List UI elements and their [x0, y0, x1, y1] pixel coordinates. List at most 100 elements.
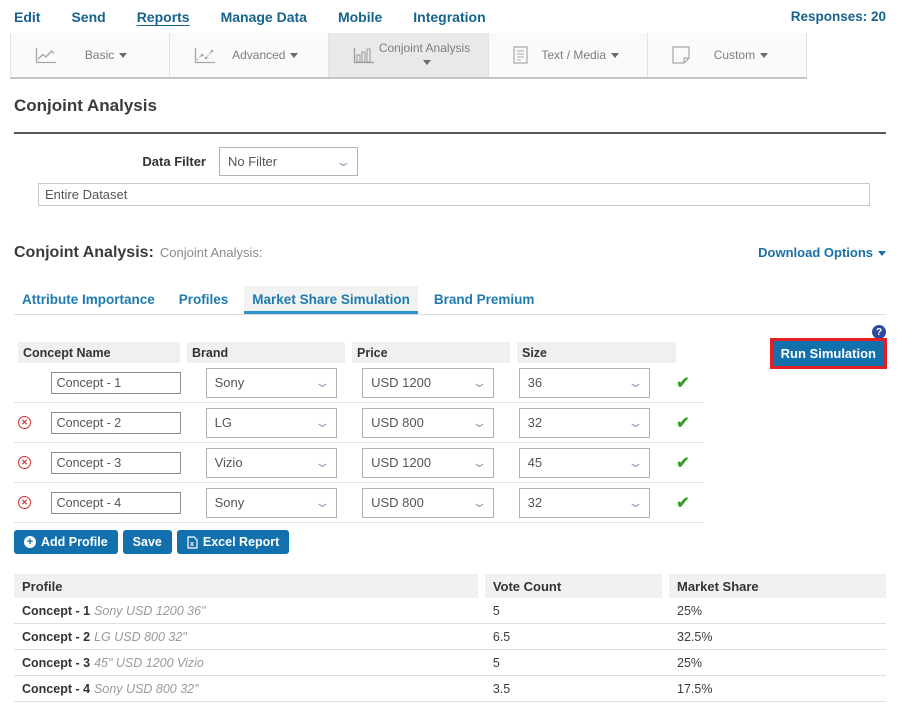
chevron-down-icon: ⌄ — [471, 455, 487, 471]
section-subtitle: Conjoint Analysis: — [160, 245, 263, 260]
tab-market-share-simulation[interactable]: Market Share Simulation — [244, 286, 418, 314]
report-tabs: Attribute Importance Profiles Market Sha… — [14, 286, 886, 315]
valid-check-icon: ✔ — [676, 493, 704, 513]
nav-item-mobile[interactable]: Mobile — [338, 9, 382, 25]
column-header-vote-count: Vote Count — [485, 574, 662, 598]
concept-name-input[interactable] — [51, 412, 181, 434]
chevron-down-icon: ⌄ — [314, 495, 330, 511]
nav-item-edit[interactable]: Edit — [14, 9, 40, 25]
nav-item-reports[interactable]: Reports — [137, 9, 190, 25]
size-select[interactable]: 32⌄ — [519, 488, 651, 518]
delete-row-icon[interactable]: ✕ — [18, 496, 31, 509]
svg-text:x: x — [190, 541, 194, 548]
delete-row-icon[interactable]: ✕ — [18, 456, 31, 469]
scatter-chart-icon — [194, 47, 216, 64]
price-select[interactable]: USD 1200⌄ — [362, 368, 494, 398]
data-filter-value: No Filter — [228, 154, 277, 169]
run-simulation-button[interactable]: Run Simulation — [773, 341, 884, 366]
price-select[interactable]: USD 800⌄ — [362, 408, 494, 438]
toolbar-tab-custom[interactable]: Custom — [648, 33, 807, 77]
simulation-row: ✕ LG⌄ USD 800⌄ 32⌄ ✔ — [14, 403, 704, 443]
page-title: Conjoint Analysis — [14, 96, 886, 116]
chevron-down-icon: ⌄ — [471, 415, 487, 431]
table-row: Concept - 2LG USD 800 32" 6.5 32.5% — [14, 624, 886, 650]
market-share-cell: 17.5% — [669, 682, 886, 696]
chevron-down-icon — [290, 53, 298, 58]
price-select[interactable]: USD 1200⌄ — [362, 448, 494, 478]
delete-cell: ✕ — [18, 416, 37, 429]
excel-file-icon: x — [187, 536, 198, 549]
profile-cell: Concept - 1Sony USD 1200 36" — [14, 604, 478, 618]
delete-row-icon[interactable]: ✕ — [18, 416, 31, 429]
chevron-down-icon: ⌄ — [471, 375, 487, 391]
concept-name-input[interactable] — [51, 372, 181, 394]
save-button[interactable]: Save — [123, 530, 172, 554]
tab-profiles[interactable]: Profiles — [171, 286, 237, 314]
simulation-row: ✕ Sony⌄ USD 800⌄ 32⌄ ✔ — [14, 483, 704, 523]
toolbar-tab-text-media[interactable]: Text / Media — [489, 33, 648, 77]
download-options-button[interactable]: Download Options — [758, 245, 886, 260]
toolbar-tab-advanced[interactable]: Advanced — [170, 33, 329, 77]
excel-report-button[interactable]: x Excel Report — [177, 530, 289, 554]
line-chart-icon — [35, 47, 57, 64]
tab-brand-premium[interactable]: Brand Premium — [426, 286, 543, 314]
chevron-down-icon — [119, 53, 127, 58]
chevron-down-icon: ⌄ — [627, 415, 643, 431]
add-profile-button[interactable]: + Add Profile — [14, 530, 118, 554]
vote-count-cell: 5 — [485, 604, 662, 618]
vote-count-cell: 6.5 — [485, 630, 662, 644]
valid-check-icon: ✔ — [676, 413, 704, 433]
toolbar-tab-conjoint-analysis[interactable]: Conjoint Analysis — [329, 33, 488, 77]
simulation-table: Run Simulation Concept Name Brand Price … — [14, 342, 886, 523]
column-header-market-share: Market Share — [669, 574, 886, 598]
size-select[interactable]: 45⌄ — [519, 448, 651, 478]
chevron-down-icon — [423, 60, 431, 65]
action-buttons-row: + Add Profile Save x Excel Report — [14, 530, 886, 554]
delete-cell: ✕ — [18, 456, 37, 469]
toolbar-tab-label: Text / Media — [528, 48, 647, 62]
help-row: ? — [14, 325, 886, 339]
concept-name-input[interactable] — [51, 452, 181, 474]
brand-select[interactable]: Sony⌄ — [206, 368, 338, 398]
table-row: Concept - 345" USD 1200 Vizio 5 25% — [14, 650, 886, 676]
title-divider — [14, 132, 886, 134]
nav-item-send[interactable]: Send — [71, 9, 105, 25]
chevron-down-icon — [878, 251, 886, 256]
size-select[interactable]: 32⌄ — [519, 408, 651, 438]
vote-count-cell: 5 — [485, 656, 662, 670]
brand-select[interactable]: LG⌄ — [206, 408, 338, 438]
chevron-down-icon — [760, 53, 768, 58]
tab-attribute-importance[interactable]: Attribute Importance — [14, 286, 163, 314]
size-select[interactable]: 36⌄ — [519, 368, 651, 398]
top-nav: Edit Send Reports Manage Data Mobile Int… — [0, 0, 900, 33]
toolbar-tab-label: Basic — [57, 48, 169, 62]
simulation-row: ✕ Vizio⌄ USD 1200⌄ 45⌄ ✔ — [14, 443, 704, 483]
results-table: Profile Vote Count Market Share Concept … — [14, 574, 886, 702]
valid-check-icon: ✔ — [676, 453, 704, 473]
brand-select[interactable]: Vizio⌄ — [206, 448, 338, 478]
nav-item-manage-data[interactable]: Manage Data — [221, 9, 307, 25]
market-share-cell: 32.5% — [669, 630, 886, 644]
concept-name-input[interactable] — [51, 492, 181, 514]
help-icon[interactable]: ? — [872, 325, 886, 339]
nav-item-integration[interactable]: Integration — [413, 9, 485, 25]
chevron-down-icon: ⌄ — [471, 495, 487, 511]
chevron-down-icon: ⌄ — [314, 415, 330, 431]
brand-select[interactable]: Sony⌄ — [206, 488, 338, 518]
toolbar-tab-label: Advanced — [216, 48, 328, 62]
column-header-size: Size — [517, 342, 676, 363]
chevron-down-icon: ⌄ — [627, 455, 643, 471]
dataset-input[interactable] — [38, 183, 870, 206]
price-select[interactable]: USD 800⌄ — [362, 488, 494, 518]
profile-cell: Concept - 2LG USD 800 32" — [14, 630, 478, 644]
table-row: Concept - 1Sony USD 1200 36" 5 25% — [14, 598, 886, 624]
valid-check-icon: ✔ — [676, 373, 704, 393]
chevron-down-icon: ⌄ — [627, 495, 643, 511]
toolbar-tab-basic[interactable]: Basic — [11, 33, 170, 77]
data-filter-select[interactable]: No Filter ⌄ — [219, 147, 358, 176]
bar-chart-icon — [353, 47, 375, 64]
chevron-down-icon: ⌄ — [314, 375, 330, 391]
results-header: Profile Vote Count Market Share — [14, 574, 886, 598]
column-header-price: Price — [352, 342, 510, 363]
market-share-cell: 25% — [669, 604, 886, 618]
